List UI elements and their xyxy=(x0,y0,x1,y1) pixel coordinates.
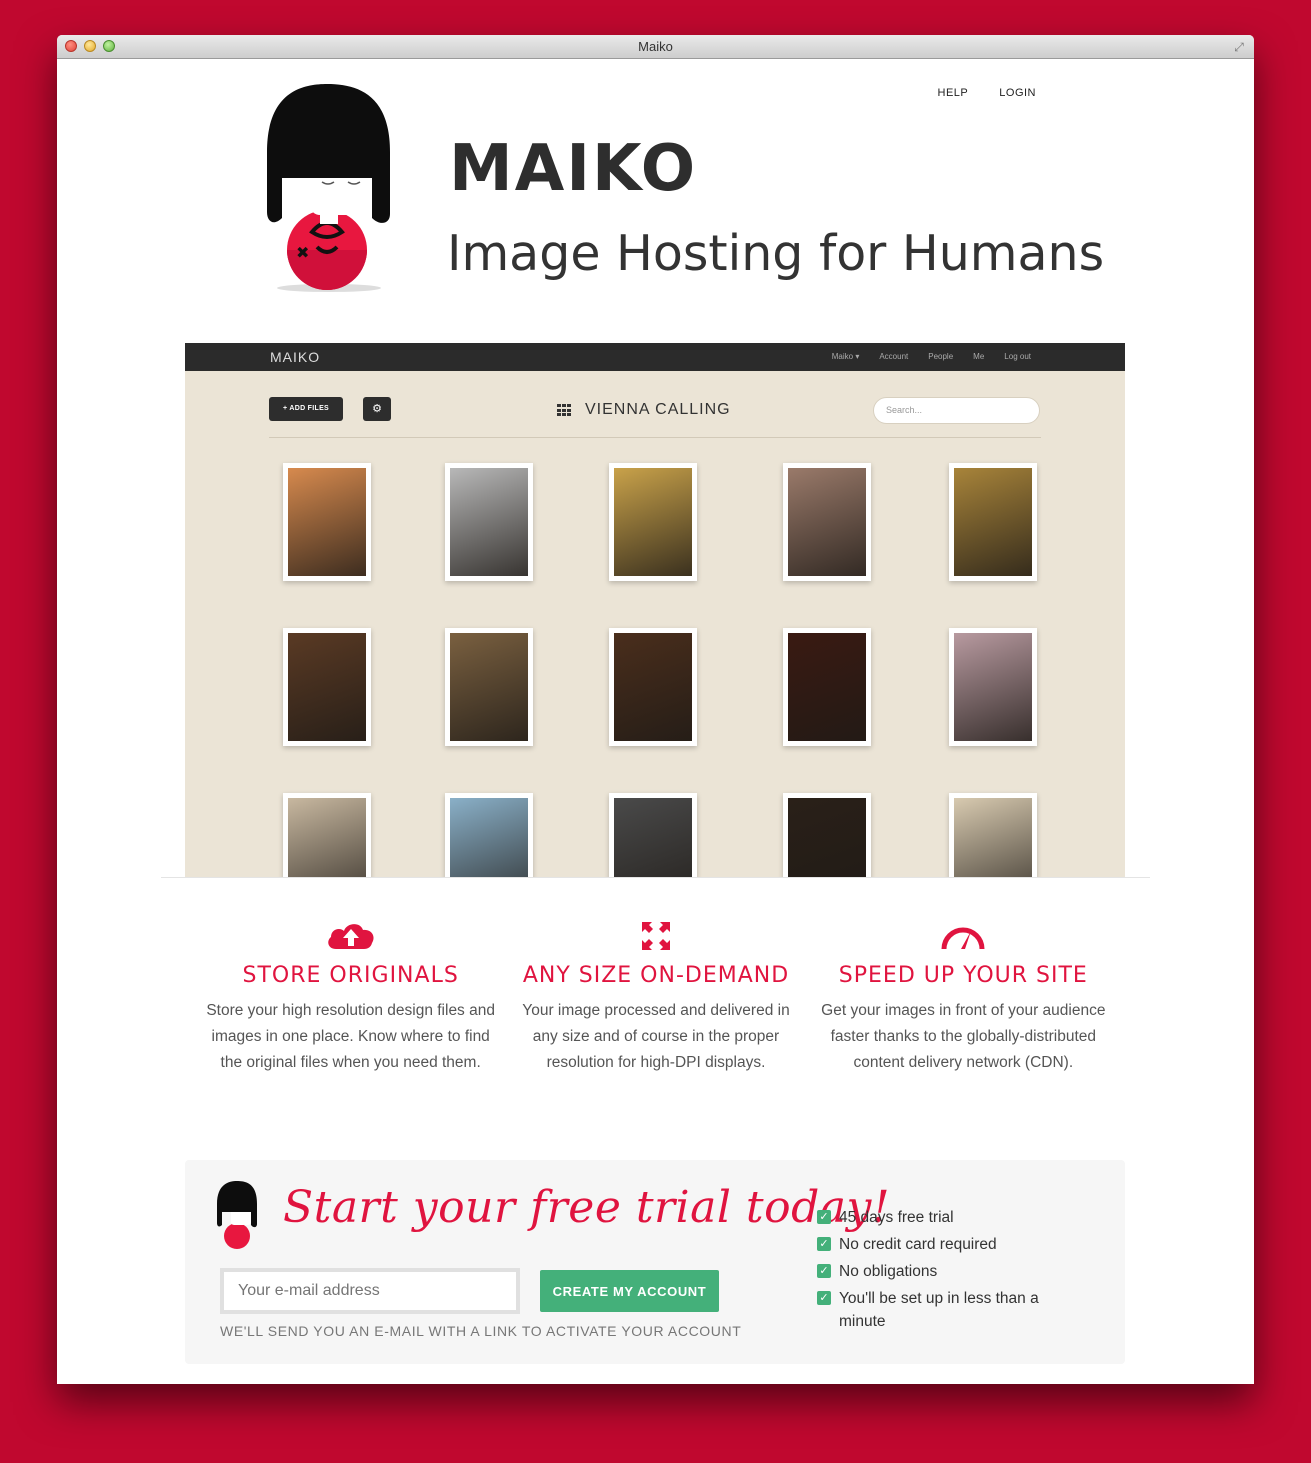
app-menu-item: Account xyxy=(879,352,909,361)
app-menu-item: People xyxy=(928,352,954,361)
benefit-item: ✓ You'll be set up in less than a minute xyxy=(817,1287,1057,1333)
photo-thumbnail xyxy=(949,628,1037,746)
check-icon: ✓ xyxy=(817,1210,831,1224)
landing-page: HELP LOGIN ✖ MAIKO Image Hosting for Hum… xyxy=(57,59,1254,1384)
maiko-mascot-logo: ✖ xyxy=(267,84,390,292)
fullscreen-icon[interactable]: ⤢ xyxy=(1232,40,1246,54)
close-button[interactable] xyxy=(65,40,77,52)
gear-icon: ⚙ xyxy=(363,397,391,421)
window-controls xyxy=(65,40,115,52)
create-account-button[interactable]: CREATE MY ACCOUNT xyxy=(540,1270,719,1312)
feature-any-size: ANY SIZE ON-DEMAND Your image processed … xyxy=(502,919,809,1076)
app-navbar: MAIKO Maiko ▾ Account People Me Log out xyxy=(185,343,1125,371)
feature-store-originals: STORE ORIGINALS Store your high resoluti… xyxy=(197,919,504,1076)
app-toolbar: + ADD FILES ⚙ VIENNA CALLING Search... xyxy=(185,371,1125,441)
photo-thumbnail xyxy=(445,463,533,581)
check-icon: ✓ xyxy=(817,1264,831,1278)
app-screenshot: MAIKO Maiko ▾ Account People Me Log out … xyxy=(185,343,1125,877)
app-menu-item: Maiko ▾ xyxy=(831,352,860,361)
app-menu: Maiko ▾ Account People Me Log out xyxy=(832,343,1031,371)
email-field[interactable] xyxy=(220,1268,520,1314)
benefit-item: ✓ 45 days free trial xyxy=(817,1206,1057,1229)
photo-thumbnail xyxy=(783,628,871,746)
photo-thumbnail xyxy=(283,463,371,581)
app-menu-item: Me xyxy=(973,352,985,361)
app-logo: MAIKO xyxy=(270,349,321,365)
photo-thumbnail xyxy=(609,628,697,746)
app-menu-item: Log out xyxy=(1004,352,1031,361)
section-divider xyxy=(161,877,1150,878)
brand-name: MAIKO xyxy=(449,132,698,206)
benefits-list: ✓ 45 days free trial ✓ No credit card requ… xyxy=(817,1206,1057,1337)
photo-thumbnail xyxy=(783,793,871,877)
tagline: Image Hosting for Humans xyxy=(447,225,1105,282)
feature-text: Your image processed and delivered in an… xyxy=(522,1002,790,1071)
photo-thumbnail xyxy=(609,463,697,581)
zoom-button[interactable] xyxy=(103,40,115,52)
benefit-item: ✓ No credit card required xyxy=(817,1233,1057,1256)
benefit-item: ✓ No obligations xyxy=(817,1260,1057,1283)
photo-thumbnail xyxy=(283,793,371,877)
add-files-button: + ADD FILES xyxy=(269,397,343,421)
cloud-upload-icon xyxy=(327,924,374,949)
feature-title: ANY SIZE ON-DEMAND xyxy=(522,963,790,988)
benefit-text: No obligations xyxy=(839,1263,938,1280)
photo-thumbnail xyxy=(949,463,1037,581)
grid-icon xyxy=(557,404,571,416)
top-nav: HELP LOGIN xyxy=(938,87,1036,99)
photo-thumbnail xyxy=(283,628,371,746)
help-link[interactable]: HELP xyxy=(938,87,969,99)
check-icon: ✓ xyxy=(817,1237,831,1251)
benefit-text: 45 days free trial xyxy=(839,1209,954,1226)
check-icon: ✓ xyxy=(817,1291,831,1305)
benefit-text: No credit card required xyxy=(839,1236,997,1253)
photo-thumbnail xyxy=(609,793,697,877)
maiko-mascot-small xyxy=(217,1181,257,1249)
svg-text:✖: ✖ xyxy=(296,245,309,262)
photo-thumbnail xyxy=(445,793,533,877)
feature-text: Store your high resolution design files … xyxy=(206,1002,495,1071)
trial-heading: Start your free trial today! xyxy=(283,1182,891,1233)
benefit-text: You'll be set up in less than a minute xyxy=(839,1290,1039,1330)
divider xyxy=(269,437,1041,438)
features-section: STORE ORIGINALS Store your high resoluti… xyxy=(197,919,1117,1076)
photo-thumbnail xyxy=(949,793,1037,877)
minimize-button[interactable] xyxy=(84,40,96,52)
login-link[interactable]: LOGIN xyxy=(999,87,1036,99)
speedometer-icon xyxy=(941,927,985,950)
expand-icon xyxy=(641,922,670,950)
feature-title: SPEED UP YOUR SITE xyxy=(838,963,1088,988)
photo-thumbnail xyxy=(445,628,533,746)
browser-window: Maiko ⤢ HELP LOGIN ✖ MAIKO Image Hosting… xyxy=(57,35,1254,1384)
photo-thumbnail xyxy=(783,463,871,581)
feature-text: Get your images in front of your audienc… xyxy=(821,1002,1106,1071)
window-title: Maiko xyxy=(638,39,673,54)
feature-title: STORE ORIGINALS xyxy=(242,963,459,988)
feature-speed-up: SPEED UP YOUR SITE Get your images in fr… xyxy=(810,919,1117,1076)
app-search-field: Search... xyxy=(873,397,1040,424)
album-title-text: VIENNA CALLING xyxy=(585,401,731,418)
album-title: VIENNA CALLING xyxy=(557,401,731,419)
title-bar: Maiko ⤢ xyxy=(57,35,1254,59)
trial-signup-panel: Start your free trial today! CREATE MY A… xyxy=(185,1160,1125,1364)
activation-note: WE'LL SEND YOU AN E-MAIL WITH A LINK TO … xyxy=(220,1323,742,1339)
